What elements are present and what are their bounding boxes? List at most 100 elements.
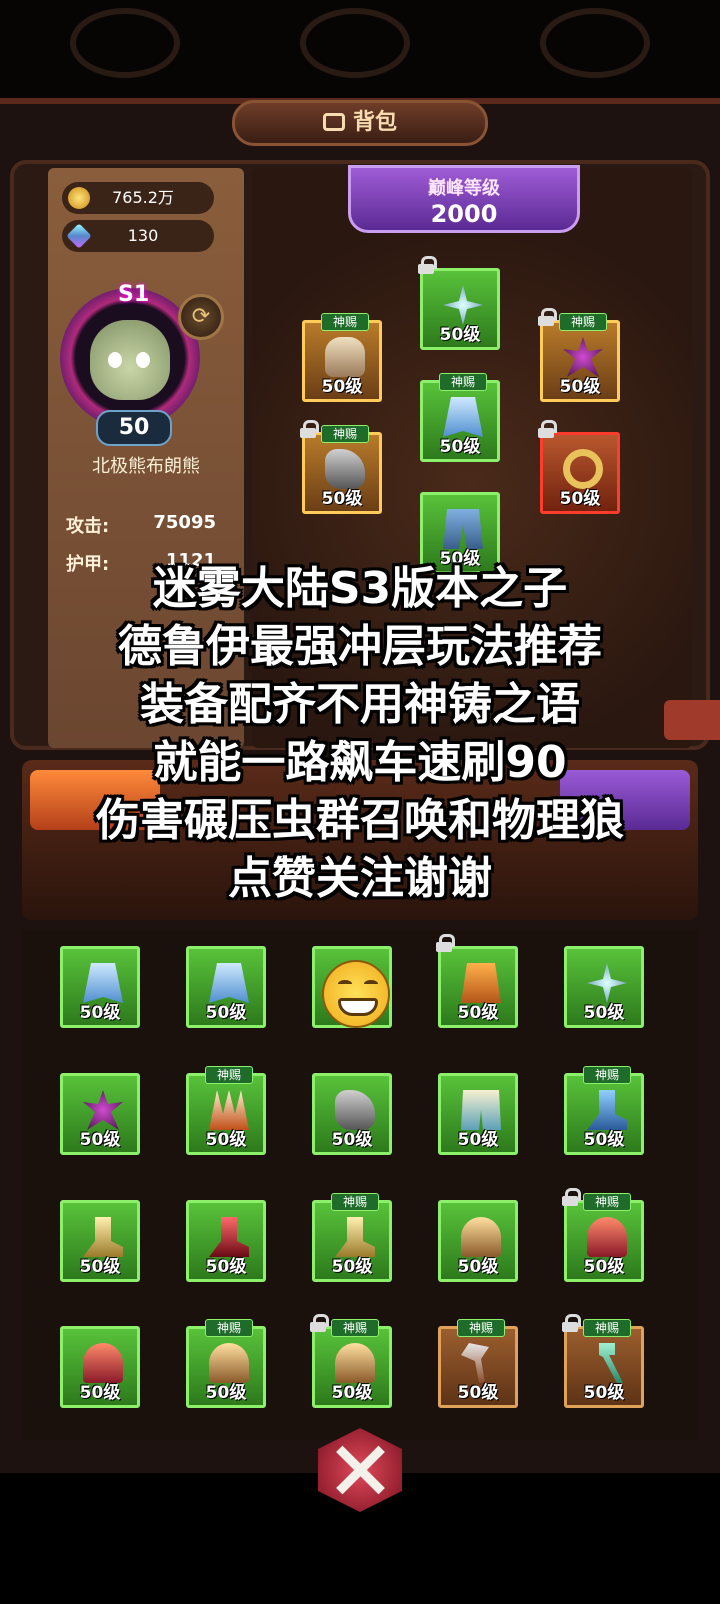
- grin-emoji-icon: [322, 960, 390, 1028]
- divine-gift-badge: 神赐: [321, 313, 369, 331]
- item-level: 50级: [79, 1003, 121, 1023]
- red-boots-icon: [209, 1217, 249, 1257]
- divine-gift-badge: 神赐: [331, 1193, 379, 1211]
- inventory-slot[interactable]: 50级 神赐: [312, 1319, 392, 1408]
- caption-line: 迷雾大陆S3版本之子: [152, 563, 568, 614]
- inventory-slot[interactable]: 50级 神赐: [186, 1319, 266, 1408]
- item-level: 50级: [205, 1003, 247, 1023]
- gold-boots-icon: [83, 1217, 123, 1257]
- lock-icon: [562, 1188, 581, 1206]
- star-blade-icon: [443, 285, 483, 325]
- pants-icon: [443, 509, 483, 549]
- portrait-eye: [108, 352, 122, 368]
- inventory-slot[interactable]: 50级: [564, 946, 644, 1028]
- lock-icon: [436, 934, 455, 952]
- inventory-slot[interactable]: 50级: [312, 1073, 392, 1155]
- claw-icon: [209, 1090, 249, 1130]
- ring-icon: [563, 449, 603, 489]
- divine-gift-badge: 神赐: [559, 313, 607, 331]
- item-level: 50级: [457, 1003, 499, 1023]
- inventory-slot[interactable]: 50级 神赐: [564, 1193, 644, 1282]
- item-level: 50级: [331, 1383, 373, 1403]
- ornament-swirl: [70, 8, 180, 78]
- inventory-slot[interactable]: 50级 神赐: [312, 1193, 392, 1282]
- inventory-slot[interactable]: 50级: [60, 1073, 140, 1155]
- item-level: 50级: [583, 1003, 625, 1023]
- gauntlet-icon: [325, 449, 365, 489]
- item-level: 50级: [205, 1130, 247, 1150]
- window-title: 背包: [232, 100, 488, 146]
- emoji-eye: [364, 980, 378, 988]
- inventory-slot[interactable]: 50级: [438, 946, 518, 1028]
- emoji-mouth: [338, 998, 378, 1016]
- equipped-slot[interactable]: 50级 神赐: [420, 373, 500, 462]
- item-level: 50级: [331, 1130, 373, 1150]
- cloak-icon: [209, 963, 249, 1003]
- gem-amount: 130: [127, 226, 159, 245]
- inventory-slot[interactable]: 50级: [186, 1200, 266, 1282]
- inventory-slot[interactable]: 50级: [60, 1200, 140, 1282]
- item-level: 50级: [321, 489, 363, 509]
- gold-amount: 765.2万: [112, 188, 174, 207]
- equipped-slot[interactable]: 50级 神赐: [540, 313, 620, 402]
- caption-line: 德鲁伊最强冲层玩法推荐: [118, 621, 602, 672]
- equipped-slot[interactable]: 50级 神赐: [302, 425, 382, 514]
- caption-line: 点赞关注谢谢: [228, 853, 492, 904]
- helmet-icon: [209, 1343, 249, 1383]
- stat-value: 75095: [153, 512, 216, 533]
- ornament-swirl: [300, 8, 410, 78]
- title-text: 背包: [352, 110, 397, 135]
- divine-gift-badge: 神赐: [583, 1319, 631, 1337]
- item-level: 50级: [583, 1383, 625, 1403]
- gold-counter: 765.2万: [62, 182, 214, 214]
- gauntlet-icon: [335, 1090, 375, 1130]
- divine-gift-badge: 神赐: [457, 1319, 505, 1337]
- divine-gift-badge: 神赐: [583, 1066, 631, 1084]
- item-level: 50级: [79, 1383, 121, 1403]
- inventory-slot[interactable]: 50级 神赐: [438, 1319, 518, 1408]
- caption-line: 装备配齐不用神铸之语: [140, 679, 580, 730]
- item-level: 50级: [321, 377, 363, 397]
- item-level: 50级: [583, 1130, 625, 1150]
- equipped-slot[interactable]: 50级: [540, 432, 620, 514]
- emoji-eye: [338, 980, 352, 988]
- divine-gift-badge: 神赐: [205, 1319, 253, 1337]
- inventory-slot[interactable]: 50级: [60, 946, 140, 1028]
- item-level: 50级: [79, 1130, 121, 1150]
- inventory-slot[interactable]: 50级 神赐: [564, 1319, 644, 1408]
- red-helmet-icon: [587, 1217, 627, 1257]
- portrait-eye: [136, 352, 150, 368]
- backpack-icon: [322, 113, 345, 131]
- video-caption: 迷雾大陆S3版本之子 德鲁伊最强冲层玩法推荐 装备配齐不用神铸之语 就能一路飙车…: [0, 560, 720, 908]
- red-helmet-icon: [83, 1343, 123, 1383]
- cloak-icon: [443, 397, 483, 437]
- inventory-slot[interactable]: 50级: [60, 1326, 140, 1408]
- hero-name: 北极熊布朗熊: [92, 456, 200, 477]
- divine-gift-badge: 神赐: [321, 425, 369, 443]
- lock-icon: [538, 420, 557, 438]
- item-level: 50级: [559, 377, 601, 397]
- item-level: 50级: [331, 1257, 373, 1277]
- bronze-helmet-icon: [335, 1343, 375, 1383]
- equipped-slot[interactable]: 50级 神赐: [302, 313, 382, 402]
- helmet-icon: [461, 1217, 501, 1257]
- item-level: 50级: [457, 1257, 499, 1277]
- inventory-slot[interactable]: 50级: [186, 946, 266, 1028]
- stat-label: 攻击:: [66, 516, 110, 537]
- inventory-slot[interactable]: 50级 神赐: [186, 1066, 266, 1155]
- peak-label: 巅峰等级: [428, 178, 500, 199]
- swap-hero-button[interactable]: ⟳: [178, 294, 224, 340]
- lock-icon: [418, 256, 437, 274]
- cloak-icon: [83, 963, 123, 1003]
- inventory-slot[interactable]: 50级: [438, 1073, 518, 1155]
- caption-line: 伤害碾压虫群召唤和物理狼: [96, 795, 624, 846]
- inventory-slot[interactable]: 50级 神赐: [564, 1066, 644, 1155]
- dark-collar-icon: [563, 337, 603, 377]
- inventory-slot[interactable]: 50级: [438, 1200, 518, 1282]
- equipped-slot[interactable]: 50级: [420, 268, 500, 350]
- shorts-icon: [461, 1090, 501, 1130]
- item-level: 50级: [457, 1130, 499, 1150]
- divine-gift-badge: 神赐: [583, 1193, 631, 1211]
- item-level: 50级: [559, 489, 601, 509]
- item-level: 50级: [583, 1257, 625, 1277]
